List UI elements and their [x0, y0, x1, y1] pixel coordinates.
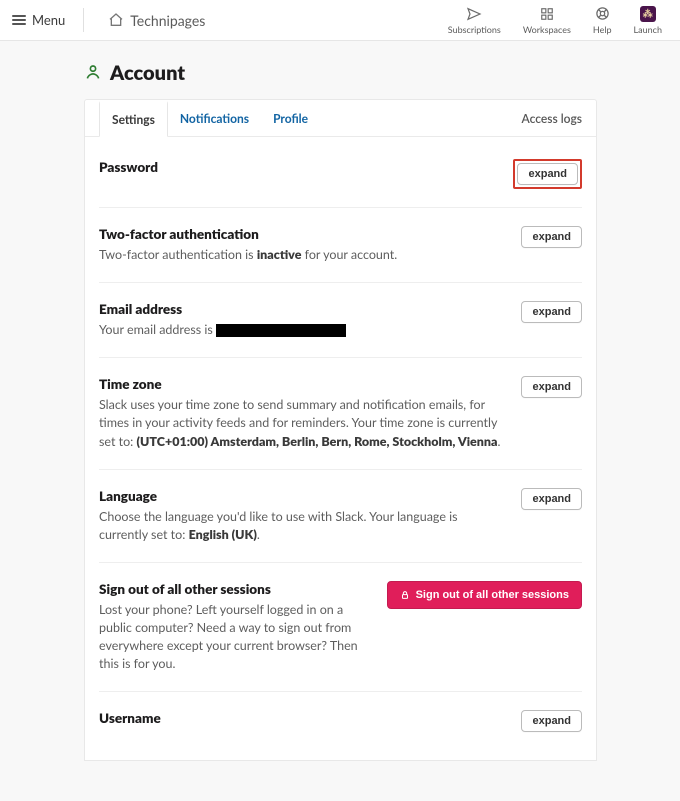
- expand-button-twofa[interactable]: expand: [521, 226, 582, 248]
- page-title-row: Account: [84, 61, 597, 85]
- section-email: Email address Your email address is expa…: [99, 283, 582, 358]
- section-desc: Your email address is: [99, 321, 509, 339]
- brand-link[interactable]: Technipages: [108, 12, 205, 29]
- nav-label: Workspaces: [523, 24, 571, 35]
- nav-workspaces[interactable]: Workspaces: [523, 6, 571, 35]
- twofa-text-pre: Two-factor authentication is: [99, 247, 257, 262]
- lock-icon: [400, 590, 410, 600]
- nav-label: Launch: [634, 24, 662, 35]
- section-desc: Choose the language you'd like to use wi…: [99, 508, 509, 544]
- help-icon: [595, 6, 610, 22]
- tz-value: (UTC+01:00) Amsterdam, Berlin, Bern, Rom…: [137, 434, 498, 449]
- twofa-text-post: for your account.: [301, 247, 397, 262]
- person-icon: [84, 63, 102, 84]
- section-desc: Slack uses your time zone to send summar…: [99, 396, 509, 450]
- nav-label: Help: [593, 24, 612, 35]
- section-username: Username expand: [99, 692, 582, 750]
- section-password: Password expand: [99, 141, 582, 208]
- expand-button-timezone[interactable]: expand: [521, 376, 582, 398]
- grid-icon: [540, 6, 554, 22]
- section-title: Username: [99, 710, 509, 726]
- lang-text-post: .: [257, 527, 260, 542]
- twofa-status: inactive: [257, 247, 302, 262]
- topbar: Menu Technipages Subscriptions: [0, 0, 680, 41]
- tab-notifications[interactable]: Notifications: [168, 100, 261, 136]
- lang-text-pre: Choose the language you'd like to use wi…: [99, 509, 458, 542]
- tab-access-logs[interactable]: Access logs: [522, 111, 582, 126]
- section-signout-others: Sign out of all other sessions Lost your…: [99, 563, 582, 693]
- section-title: Two-factor authentication: [99, 226, 509, 242]
- nav-subscriptions[interactable]: Subscriptions: [448, 6, 501, 35]
- menu-label: Menu: [32, 12, 65, 28]
- home-icon: [108, 12, 124, 28]
- signout-all-button[interactable]: Sign out of all other sessions: [387, 581, 582, 609]
- expand-button-email[interactable]: expand: [521, 301, 582, 323]
- email-text-pre: Your email address is: [99, 322, 216, 337]
- settings-card: Settings Notifications Profile Access lo…: [84, 99, 597, 761]
- section-title: Language: [99, 488, 509, 504]
- lang-value: English (UK): [189, 527, 257, 542]
- section-title: Password: [99, 159, 501, 175]
- expand-button-highlight: expand: [513, 159, 582, 189]
- slack-tile-icon: ⁂: [640, 6, 656, 22]
- section-title: Email address: [99, 301, 509, 317]
- page-title: Account: [110, 61, 185, 85]
- expand-button-language[interactable]: expand: [521, 488, 582, 510]
- signout-btn-label: Sign out of all other sessions: [416, 589, 569, 601]
- paper-plane-icon: [466, 6, 482, 22]
- hamburger-icon: [12, 15, 26, 25]
- nav-help[interactable]: Help: [593, 6, 612, 35]
- section-title: Time zone: [99, 376, 509, 392]
- section-title: Sign out of all other sessions: [99, 581, 375, 597]
- tz-text-post: .: [498, 434, 501, 449]
- section-desc: Two-factor authentication is inactive fo…: [99, 246, 509, 264]
- menu-button[interactable]: Menu: [12, 8, 84, 32]
- section-desc: Lost your phone? Left yourself logged in…: [99, 601, 375, 674]
- nav-launch[interactable]: ⁂ Launch: [634, 6, 662, 35]
- expand-button-password[interactable]: expand: [517, 163, 578, 185]
- expand-button-username[interactable]: expand: [521, 710, 582, 732]
- brand-label: Technipages: [130, 12, 205, 29]
- topbar-left: Menu Technipages: [12, 8, 205, 32]
- settings-sections: Password expand Two-factor authenticatio…: [85, 137, 596, 760]
- topbar-right: Subscriptions Workspaces Help: [448, 6, 662, 35]
- section-twofa: Two-factor authentication Two-factor aut…: [99, 208, 582, 283]
- tab-settings[interactable]: Settings: [100, 100, 167, 138]
- nav-label: Subscriptions: [448, 24, 501, 35]
- tabs-bar: Settings Notifications Profile Access lo…: [85, 100, 596, 137]
- tab-profile[interactable]: Profile: [261, 100, 320, 136]
- redacted-email: [216, 324, 346, 337]
- section-language: Language Choose the language you'd like …: [99, 470, 582, 563]
- section-timezone: Time zone Slack uses your time zone to s…: [99, 358, 582, 469]
